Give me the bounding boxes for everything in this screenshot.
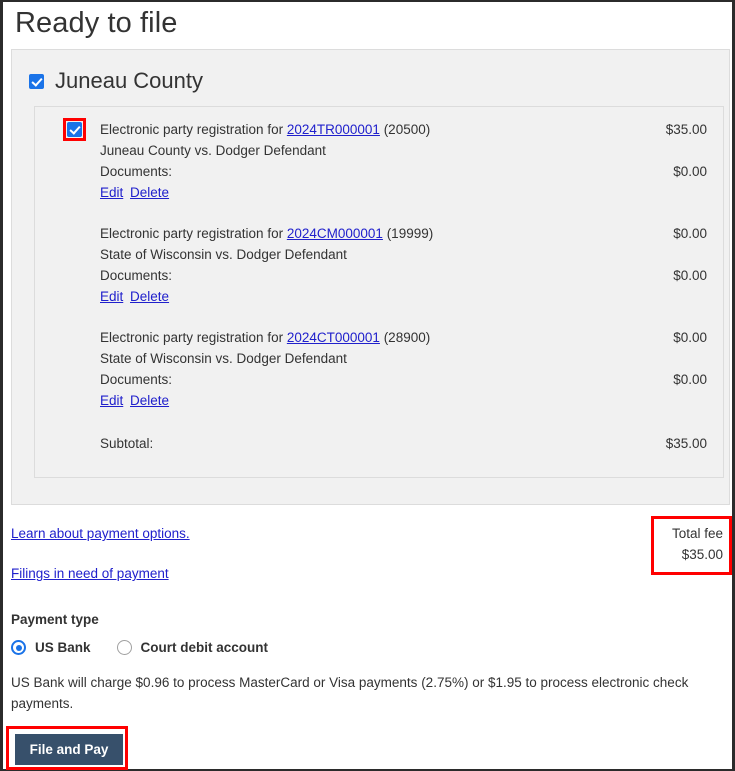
filing-documents-row: Documents: $0.00 bbox=[100, 369, 723, 390]
filing-actions: Edit Delete bbox=[100, 182, 172, 203]
filings-list: Electronic party registration for 2024TR… bbox=[34, 106, 724, 478]
radio-us-bank-icon[interactable] bbox=[11, 640, 26, 655]
radio-option-court-debit[interactable]: Court debit account bbox=[116, 640, 269, 655]
filing-description-prefix: Electronic party registration for bbox=[100, 330, 284, 345]
total-fee-amount: $35.00 bbox=[681, 547, 723, 562]
case-number-link[interactable]: 2024CM000001 bbox=[287, 226, 383, 241]
county-name: Juneau County bbox=[55, 68, 203, 93]
radio-court-debit-icon[interactable] bbox=[116, 640, 132, 655]
filing-item: Electronic party registration for 2024CT… bbox=[35, 307, 723, 411]
filing-description: Electronic party registration for 2024CM… bbox=[100, 223, 433, 244]
payment-type-radio-group: US Bank Court debit account bbox=[11, 640, 294, 655]
county-checkbox[interactable] bbox=[29, 73, 44, 89]
filing-amount: $35.00 bbox=[665, 122, 707, 137]
filing-parties: State of Wisconsin vs. Dodger Defendant bbox=[100, 247, 347, 262]
subtotal-amount: $35.00 bbox=[665, 436, 707, 451]
filing-documents-label: Documents: bbox=[100, 268, 173, 283]
payment-type-label: Payment type bbox=[11, 612, 99, 627]
payment-options-link[interactable]: Learn about payment options. bbox=[11, 526, 190, 541]
filing-description-prefix: Electronic party registration for bbox=[100, 226, 284, 241]
page-title: Ready to file bbox=[15, 7, 178, 39]
radio-us-bank-label: US Bank bbox=[35, 640, 91, 655]
filing-documents-amount: $0.00 bbox=[673, 268, 707, 283]
filing-actions-row: Edit Delete bbox=[100, 182, 723, 203]
filing-case-suffix: (28900) bbox=[383, 330, 431, 345]
filing-documents-amount: $0.00 bbox=[673, 164, 707, 179]
edit-link[interactable]: Edit bbox=[100, 289, 123, 304]
page-container: Ready to file Juneau County Electronic p… bbox=[0, 0, 735, 771]
file-and-pay-button[interactable]: File and Pay bbox=[15, 734, 123, 765]
filing-checkbox[interactable] bbox=[67, 122, 82, 137]
file-and-pay-highlight-box: File and Pay bbox=[6, 726, 128, 770]
filing-documents-amount: $0.00 bbox=[673, 372, 707, 387]
lower-links: Learn about payment options. Filings in … bbox=[11, 526, 190, 581]
delete-link[interactable]: Delete bbox=[130, 393, 169, 408]
filing-parties-row: Juneau County vs. Dodger Defendant bbox=[100, 140, 723, 161]
filing-parties-row: State of Wisconsin vs. Dodger Defendant bbox=[100, 244, 723, 265]
edit-link[interactable]: Edit bbox=[100, 393, 123, 408]
filing-description: Electronic party registration for 2024CT… bbox=[100, 327, 430, 348]
payment-disclaimer: US Bank will charge $0.96 to process Mas… bbox=[11, 675, 689, 711]
filing-documents-row: Documents: $0.00 bbox=[100, 161, 723, 182]
filing-case-suffix: (19999) bbox=[386, 226, 434, 241]
filing-amount: $0.00 bbox=[673, 330, 707, 345]
link-spacer bbox=[11, 541, 190, 566]
filing-documents-row: Documents: $0.00 bbox=[100, 265, 723, 286]
filing-item: Electronic party registration for 2024CM… bbox=[35, 203, 723, 307]
filing-checkbox-highlight-wrap bbox=[63, 118, 86, 141]
filing-description-row: Electronic party registration for 2024CT… bbox=[100, 327, 723, 348]
delete-link[interactable]: Delete bbox=[130, 185, 169, 200]
filing-amount: $0.00 bbox=[673, 226, 707, 241]
filing-parties: Juneau County vs. Dodger Defendant bbox=[100, 143, 326, 158]
county-header: Juneau County bbox=[12, 50, 729, 94]
case-number-link[interactable]: 2024CT000001 bbox=[287, 330, 380, 345]
filing-description-row: Electronic party registration for 2024TR… bbox=[100, 119, 723, 140]
filings-in-need-of-payment-link[interactable]: Filings in need of payment bbox=[11, 566, 169, 581]
filing-actions-row: Edit Delete bbox=[100, 390, 723, 411]
filing-item: Electronic party registration for 2024TR… bbox=[35, 107, 723, 203]
filing-description-prefix: Electronic party registration for bbox=[100, 122, 284, 137]
filing-parties-row: State of Wisconsin vs. Dodger Defendant bbox=[100, 348, 723, 369]
filing-documents-label: Documents: bbox=[100, 164, 173, 179]
filing-documents-label: Documents: bbox=[100, 372, 173, 387]
edit-link[interactable]: Edit bbox=[100, 185, 123, 200]
county-panel: Juneau County Electronic party registrat… bbox=[11, 49, 730, 505]
total-fee-label: Total fee bbox=[671, 526, 723, 541]
filing-actions-row: Edit Delete bbox=[100, 286, 723, 307]
radio-court-debit-label: Court debit account bbox=[140, 640, 269, 655]
radio-option-us-bank[interactable]: US Bank bbox=[11, 640, 91, 655]
subtotal-label: Subtotal: bbox=[100, 436, 154, 451]
filing-case-suffix: (20500) bbox=[383, 122, 431, 137]
filing-parties: State of Wisconsin vs. Dodger Defendant bbox=[100, 351, 347, 366]
filing-description-row: Electronic party registration for 2024CM… bbox=[100, 223, 723, 244]
total-fee-highlight-box: Total fee $35.00 bbox=[651, 516, 732, 575]
filing-actions: Edit Delete bbox=[100, 286, 172, 307]
total-fee-block: Total fee $35.00 bbox=[654, 519, 729, 565]
filing-actions: Edit Delete bbox=[100, 390, 172, 411]
case-number-link[interactable]: 2024TR000001 bbox=[287, 122, 380, 137]
filing-description: Electronic party registration for 2024TR… bbox=[100, 119, 430, 140]
delete-link[interactable]: Delete bbox=[130, 289, 169, 304]
subtotal-row: Subtotal: $35.00 bbox=[35, 433, 723, 454]
